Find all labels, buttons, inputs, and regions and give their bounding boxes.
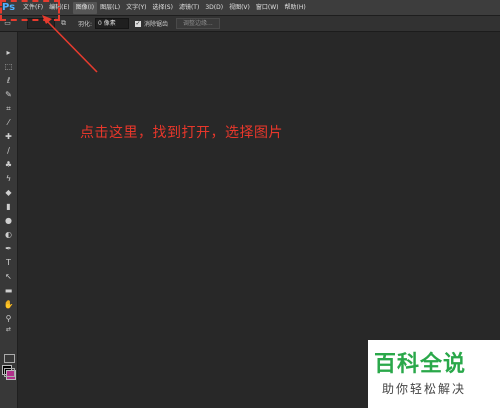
watermark: 百科全说 助你轻松解决 xyxy=(368,340,500,408)
instruction-text: 点击这里，找到打开，选择图片 xyxy=(80,125,283,141)
watermark-subtitle: 助你轻松解决 xyxy=(382,382,467,396)
watermark-title: 百科全说 xyxy=(374,352,467,377)
